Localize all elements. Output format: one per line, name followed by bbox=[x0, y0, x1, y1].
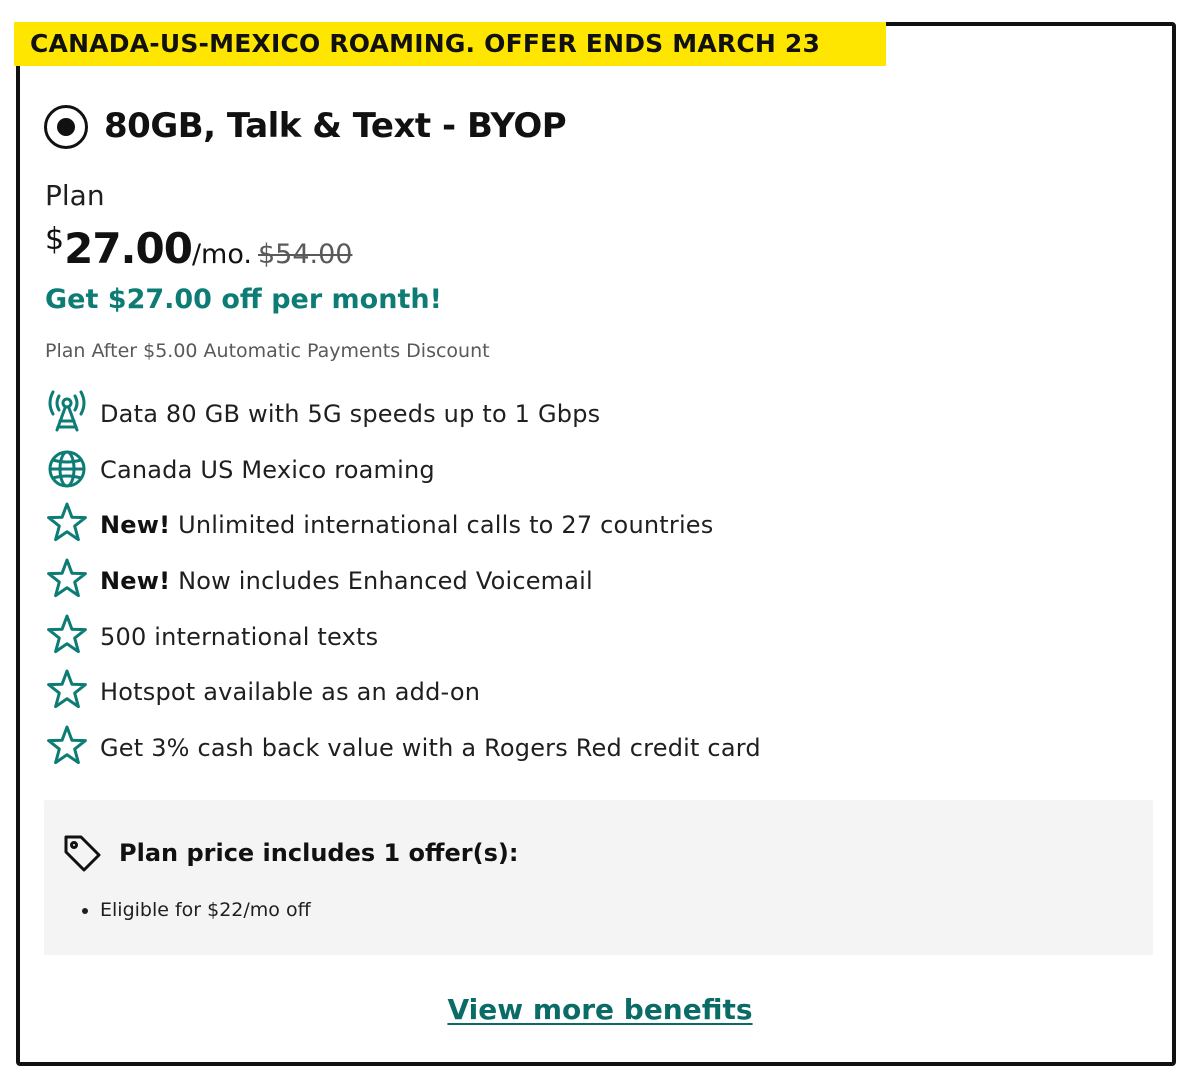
cell-tower-icon bbox=[48, 390, 86, 432]
feature-text: 500 international texts bbox=[100, 622, 379, 651]
promo-banner: CANADA-US-MEXICO ROAMING. OFFER ENDS MAR… bbox=[14, 22, 886, 66]
feature-item: Get 3% cash back value with a Rogers Red… bbox=[45, 723, 761, 779]
feature-list: Data 80 GB with 5G speeds up to 1 Gbps C… bbox=[45, 389, 761, 779]
feature-item: 500 international texts bbox=[45, 612, 761, 668]
feature-text: Hotspot available as an add-on bbox=[100, 678, 481, 707]
feature-text: Now includes Enhanced Voicemail bbox=[170, 567, 593, 596]
feature-item: New! Unlimited international calls to 27… bbox=[45, 500, 761, 556]
offer-list: Eligible for $22/mo off bbox=[82, 896, 311, 924]
feature-item: Canada US Mexico roaming bbox=[45, 445, 761, 501]
star-icon bbox=[47, 558, 87, 598]
price-tag-icon bbox=[64, 835, 101, 872]
price-row: $27.00/mo. $54.00 bbox=[45, 222, 352, 276]
plan-title: 80GB, Talk & Text - BYOP bbox=[104, 106, 567, 146]
feature-item: Hotspot available as an add-on bbox=[45, 667, 761, 723]
discount-note: Plan After $5.00 Automatic Payments Disc… bbox=[45, 340, 490, 362]
feature-text: Unlimited international calls to 27 coun… bbox=[170, 511, 714, 540]
star-icon bbox=[47, 614, 87, 653]
feature-item: New! Now includes Enhanced Voicemail bbox=[45, 556, 761, 612]
feature-text: Get 3% cash back value with a Rogers Red… bbox=[100, 734, 761, 763]
savings-text: Get $27.00 off per month! bbox=[45, 284, 442, 315]
view-more-benefits-link[interactable]: View more benefits bbox=[0, 990, 1200, 1030]
star-icon bbox=[47, 725, 87, 765]
globe-icon bbox=[48, 450, 86, 488]
new-badge: New! bbox=[100, 511, 171, 540]
plan-radio-button[interactable] bbox=[44, 105, 88, 149]
price-period: /mo. bbox=[191, 239, 252, 270]
offer-box: Plan price includes 1 offer(s): Eligible… bbox=[44, 800, 1153, 955]
feature-text: Canada US Mexico roaming bbox=[100, 455, 435, 484]
star-icon bbox=[47, 669, 87, 709]
new-badge: New! bbox=[100, 567, 171, 596]
plan-label: Plan bbox=[45, 179, 105, 212]
original-price: $54.00 bbox=[257, 239, 353, 270]
feature-text: Data 80 GB with 5G speeds up to 1 Gbps bbox=[100, 400, 601, 428]
feature-item: Data 80 GB with 5G speeds up to 1 Gbps bbox=[45, 389, 761, 445]
price-amount: 27.00 bbox=[64, 224, 193, 273]
price-currency: $ bbox=[45, 222, 65, 257]
offer-title: Plan price includes 1 offer(s): bbox=[119, 839, 519, 867]
star-icon bbox=[47, 502, 87, 542]
offer-item: Eligible for $22/mo off bbox=[100, 896, 311, 924]
radio-selected-dot bbox=[57, 118, 75, 136]
